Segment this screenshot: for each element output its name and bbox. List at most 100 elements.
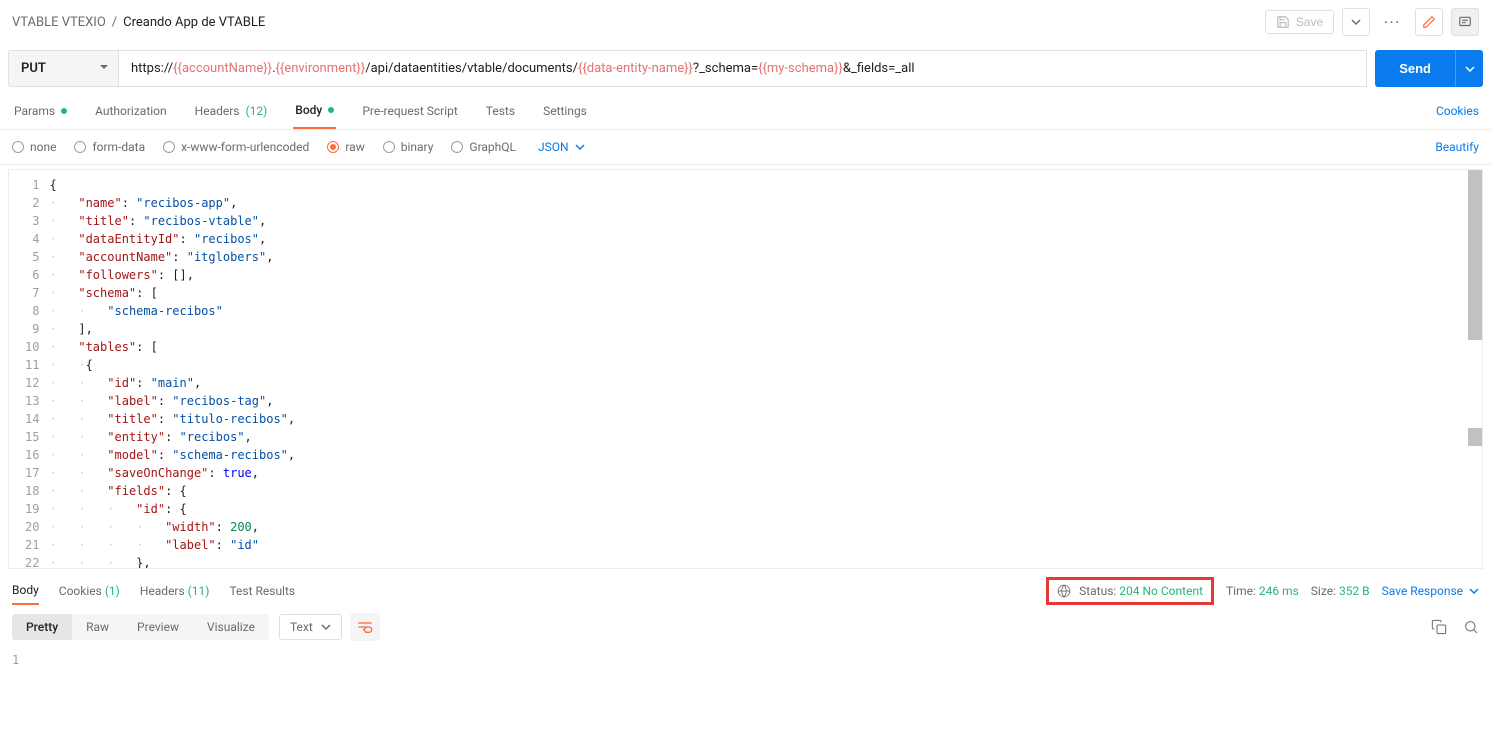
url-text: https://	[131, 61, 173, 76]
tab-label: Tests	[486, 104, 515, 118]
top-bar: VTABLE VTEXIO / Creando App de VTABLE Sa…	[0, 0, 1491, 44]
chevron-down-icon	[1465, 64, 1475, 74]
scrollbar-thumb-mini[interactable]	[1468, 428, 1482, 446]
comment-icon-button[interactable]	[1451, 8, 1479, 36]
radio-icon	[383, 141, 395, 153]
tab-params[interactable]: Params	[12, 94, 69, 128]
view-visualize[interactable]: Visualize	[193, 614, 269, 640]
response-meta: Status: 204 No Content Time: 246 ms Size…	[1046, 577, 1479, 605]
tab-label: Headers	[195, 104, 240, 118]
response-tabs: Body Cookies (1) Headers (11) Test Resul…	[0, 569, 1491, 605]
body-type-graphql[interactable]: GraphQL	[451, 140, 516, 154]
view-raw[interactable]: Raw	[72, 614, 123, 640]
breadcrumb-current[interactable]: Creando App de VTABLE	[123, 15, 265, 30]
save-dropdown-button[interactable]	[1342, 8, 1370, 36]
tab-body[interactable]: Body	[293, 93, 336, 129]
radio-icon	[327, 141, 339, 153]
view-preview[interactable]: Preview	[123, 614, 193, 640]
chevron-down-icon	[321, 622, 331, 632]
body-type-formdata[interactable]: form-data	[74, 140, 145, 154]
tab-headers[interactable]: Headers (12)	[193, 94, 270, 128]
radio-label: x-www-form-urlencoded	[181, 140, 309, 154]
response-tab-body[interactable]: Body	[12, 577, 39, 605]
tab-count: (12)	[246, 104, 268, 118]
tab-label: Cookies	[59, 584, 102, 598]
beautify-link[interactable]: Beautify	[1435, 140, 1479, 154]
url-var-entity: {{data-entity-name}}	[578, 61, 693, 76]
response-tab-headers[interactable]: Headers (11)	[140, 578, 210, 604]
breadcrumb-collection[interactable]: VTABLE VTEXIO	[12, 15, 106, 30]
body-type-urlencoded[interactable]: x-www-form-urlencoded	[163, 140, 309, 154]
response-toolbar: Pretty Raw Preview Visualize Text	[0, 605, 1491, 649]
size-value: 352 B	[1339, 584, 1370, 598]
search-response-button[interactable]	[1463, 619, 1479, 635]
line-number-gutter: 12345678910111213141516171819202122	[9, 170, 49, 568]
url-input[interactable]: https://{{accountName}}.{{environment}}/…	[118, 50, 1367, 87]
more-options-button[interactable]: ···	[1378, 15, 1407, 29]
send-button[interactable]: Send	[1375, 50, 1455, 87]
save-button[interactable]: Save	[1265, 10, 1334, 34]
seg-label: Visualize	[207, 620, 255, 634]
pencil-icon	[1422, 15, 1436, 29]
request-row: PUT https://{{accountName}}.{{environmen…	[0, 44, 1491, 93]
radio-icon	[74, 141, 86, 153]
copy-icon	[1431, 619, 1447, 635]
send-label: Send	[1399, 61, 1431, 76]
wrap-lines-button[interactable]	[350, 613, 380, 641]
body-editor[interactable]: 12345678910111213141516171819202122 {· "…	[8, 169, 1483, 569]
top-actions: Save ···	[1265, 8, 1479, 36]
body-type-raw[interactable]: raw	[327, 140, 364, 154]
radio-icon	[163, 141, 175, 153]
tab-label: Headers	[140, 584, 185, 598]
url-text: /api/dataentities/vtable/documents/	[365, 61, 578, 76]
status-highlight-box: Status: 204 No Content	[1046, 577, 1214, 605]
tab-tests[interactable]: Tests	[484, 94, 517, 128]
tab-authorization[interactable]: Authorization	[93, 94, 169, 128]
response-language-label: Text	[290, 620, 313, 634]
send-dropdown-button[interactable]	[1455, 50, 1483, 87]
response-language-select[interactable]: Text	[279, 614, 342, 640]
tab-label: Body	[295, 103, 322, 117]
tab-settings[interactable]: Settings	[541, 94, 589, 128]
url-var-account: {{accountName}}	[173, 61, 272, 76]
save-response-button[interactable]: Save Response	[1382, 584, 1479, 598]
http-method-value: PUT	[21, 61, 46, 76]
comment-icon	[1458, 15, 1472, 29]
body-type-binary[interactable]: binary	[383, 140, 434, 154]
url-text: &_fields=_all	[843, 61, 915, 76]
tab-label: Authorization	[95, 104, 167, 118]
breadcrumb: VTABLE VTEXIO / Creando App de VTABLE	[12, 15, 265, 30]
scrollbar-track[interactable]	[1468, 170, 1482, 568]
globe-icon	[1057, 584, 1071, 598]
http-method-select[interactable]: PUT	[8, 50, 118, 87]
response-view-segment: Pretty Raw Preview Visualize	[12, 614, 269, 640]
edit-icon-button[interactable]	[1415, 8, 1443, 36]
save-icon	[1276, 15, 1290, 29]
tab-prerequest[interactable]: Pre-request Script	[360, 94, 459, 128]
response-tab-cookies[interactable]: Cookies (1)	[59, 578, 120, 604]
save-response-label: Save Response	[1382, 584, 1463, 598]
copy-response-button[interactable]	[1431, 619, 1447, 635]
code-content[interactable]: {· "name": "recibos-app",· "title": "rec…	[49, 170, 1482, 568]
beautify-label: Beautify	[1435, 140, 1479, 154]
seg-label: Raw	[86, 620, 109, 634]
url-var-schema: {{my-schema}}	[758, 61, 843, 76]
body-language-select[interactable]: JSON	[538, 140, 585, 154]
radio-label: none	[30, 140, 56, 154]
cookies-link[interactable]: Cookies	[1436, 104, 1479, 118]
request-tabs: Params Authorization Headers (12) Body P…	[0, 93, 1491, 130]
radio-icon	[451, 141, 463, 153]
body-type-none[interactable]: none	[12, 140, 56, 154]
scrollbar-thumb[interactable]	[1468, 170, 1482, 340]
response-body-editor[interactable]: 1	[0, 649, 1491, 671]
body-type-row: none form-data x-www-form-urlencoded raw…	[0, 130, 1491, 165]
view-pretty[interactable]: Pretty	[12, 614, 72, 640]
chevron-down-icon	[575, 142, 585, 152]
radio-label: form-data	[92, 140, 145, 154]
response-tab-tests[interactable]: Test Results	[229, 578, 295, 604]
radio-label: raw	[345, 140, 364, 154]
response-line-number: 1	[12, 653, 19, 667]
url-text: ?_schema=	[693, 61, 758, 76]
radio-icon	[12, 141, 24, 153]
save-label: Save	[1296, 15, 1323, 29]
